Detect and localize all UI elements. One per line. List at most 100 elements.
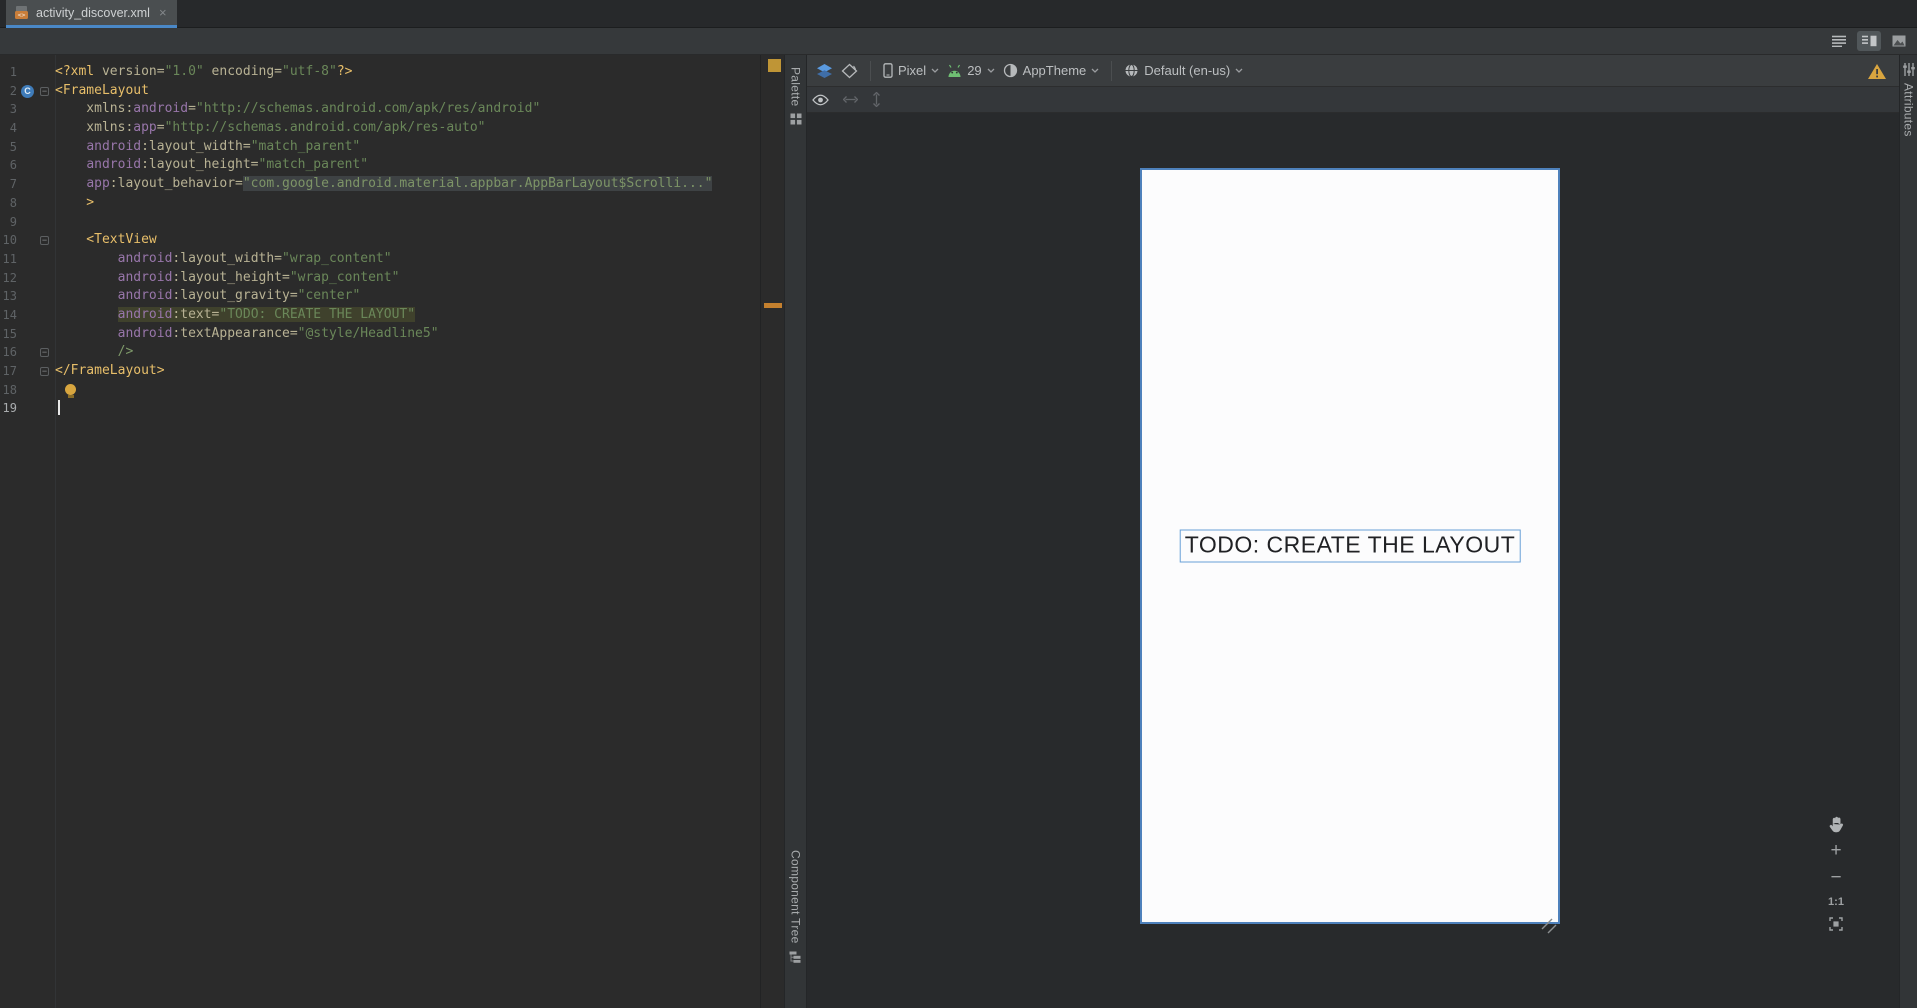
android-studio-window: <> activity_discover.xml × 1 <?xml versi… bbox=[0, 0, 1917, 1008]
chevron-down-icon bbox=[1235, 68, 1243, 73]
locale-selector[interactable]: Default (en-us) bbox=[1124, 63, 1243, 78]
code-line-13[interactable]: 13 android:layout_gravity="center" bbox=[0, 287, 760, 306]
code-line-4[interactable]: 4 xmlns:app="http://schemas.android.com/… bbox=[0, 119, 760, 138]
fold-column bbox=[38, 325, 51, 344]
code-line-5[interactable]: 5 android:layout_width="match_parent" bbox=[0, 138, 760, 157]
palette-icon bbox=[790, 113, 801, 125]
code-line-9[interactable]: 9 bbox=[0, 213, 760, 232]
inspection-status-indicator[interactable] bbox=[768, 59, 781, 72]
fold-marker[interactable]: − bbox=[40, 86, 49, 96]
palette-tab[interactable]: Palette bbox=[785, 67, 806, 125]
code-token: app bbox=[133, 120, 157, 136]
code-token: :layout_width= bbox=[172, 250, 282, 266]
fold-marker[interactable]: − bbox=[40, 236, 49, 246]
code-editor[interactable]: 1 <?xml version="1.0" encoding="utf-8"?> 2… bbox=[0, 55, 760, 1008]
gutter-icon-column bbox=[17, 231, 38, 250]
class-gutter-icon[interactable]: C bbox=[21, 84, 34, 98]
chevron-down-icon bbox=[987, 68, 995, 73]
pan-hand-icon[interactable] bbox=[1828, 816, 1845, 833]
designer-left-toolstrip: Palette Component Tree bbox=[784, 55, 807, 1008]
code-line-2[interactable]: 2 C − <FrameLayout bbox=[0, 82, 760, 101]
theme-selector-label: AppTheme bbox=[1022, 63, 1087, 78]
gutter-icon-column bbox=[17, 194, 38, 213]
fold-column bbox=[38, 100, 51, 119]
fold-column bbox=[38, 63, 51, 82]
palette-tab-label: Palette bbox=[788, 67, 803, 107]
line-number: 1 bbox=[9, 65, 17, 79]
device-selector[interactable]: Pixel bbox=[883, 63, 939, 78]
code-view-button[interactable] bbox=[1827, 31, 1851, 51]
gutter-icon-column bbox=[17, 306, 38, 325]
line-number: 14 bbox=[2, 307, 17, 322]
orientation-button[interactable] bbox=[841, 63, 858, 79]
code-token: <?xml bbox=[55, 64, 102, 79]
code-token: "TODO: CREATE THE LAYOUT" bbox=[219, 306, 416, 322]
design-surface-button[interactable] bbox=[816, 63, 833, 79]
code-line-6[interactable]: 6 android:layout_height="match_parent" bbox=[0, 156, 760, 175]
code-line-11[interactable]: 11 android:layout_width="wrap_content" bbox=[0, 250, 760, 269]
code-lines: 1 <?xml version="1.0" encoding="utf-8"?> 2… bbox=[0, 63, 760, 418]
tab-activity-discover[interactable]: <> activity_discover.xml × bbox=[6, 0, 177, 28]
code-token: "utf-8" bbox=[282, 64, 337, 79]
component-tree-tab[interactable]: Component Tree bbox=[785, 850, 806, 963]
zoom-actual-button[interactable]: 1:1 bbox=[1828, 896, 1844, 908]
fold-marker[interactable]: − bbox=[40, 367, 49, 376]
code-text: <TextView bbox=[51, 231, 156, 250]
code-line-17[interactable]: 17 − </FrameLayout> bbox=[0, 362, 760, 381]
api-level-selector[interactable]: 29 bbox=[947, 63, 995, 78]
attributes-tab-label: Attributes bbox=[1901, 83, 1916, 137]
code-token: :layout_height= bbox=[172, 269, 290, 285]
code-line-12[interactable]: 12 android:layout_height="wrap_content" bbox=[0, 269, 760, 288]
intention-bulb-icon[interactable] bbox=[65, 383, 76, 398]
zoom-out-button[interactable]: − bbox=[1830, 868, 1841, 887]
code-token: "center" bbox=[297, 288, 361, 304]
code-token: /> bbox=[55, 344, 134, 360]
zoom-to-fit-icon[interactable] bbox=[1829, 917, 1843, 931]
code-line-7[interactable]: 7 app:layout_behavior="com.google.androi… bbox=[0, 175, 760, 194]
code-line-19[interactable]: 19 bbox=[0, 399, 760, 418]
fold-marker[interactable]: − bbox=[40, 348, 49, 358]
designer-right-toolstrip: Attributes bbox=[1899, 55, 1917, 1008]
zoom-in-button[interactable]: + bbox=[1830, 841, 1841, 860]
gutter-icon-column bbox=[17, 63, 38, 82]
code-line-1[interactable]: 1 <?xml version="1.0" encoding="utf-8"?> bbox=[0, 63, 760, 82]
code-line-18[interactable]: 18 bbox=[0, 381, 760, 400]
gutter-icon-column bbox=[17, 399, 38, 418]
design-view-button[interactable] bbox=[1887, 31, 1911, 51]
code-token: android bbox=[117, 269, 173, 285]
error-stripe-mark[interactable] bbox=[764, 303, 782, 308]
textview-preview[interactable]: TODO: CREATE THE LAYOUT bbox=[1179, 529, 1521, 563]
code-line-16[interactable]: 16 − /> bbox=[0, 343, 760, 362]
view-options-button[interactable] bbox=[812, 94, 829, 106]
line-number: 10 bbox=[2, 233, 17, 248]
code-text: </FrameLayout> bbox=[51, 362, 165, 381]
code-token: "wrap_content" bbox=[289, 269, 400, 285]
theme-selector[interactable]: AppTheme bbox=[1003, 63, 1100, 78]
orientation-icon bbox=[841, 63, 858, 78]
split-view-button[interactable] bbox=[1857, 31, 1881, 51]
canvas-resize-grip[interactable] bbox=[1538, 915, 1560, 937]
pan-vertical-button[interactable] bbox=[872, 92, 881, 107]
code-token: :textAppearance= bbox=[172, 325, 298, 341]
code-line-15[interactable]: 15 android:textAppearance="@style/Headli… bbox=[0, 325, 760, 344]
device-screen-canvas[interactable]: TODO: CREATE THE LAYOUT bbox=[1140, 168, 1560, 924]
code-line-10[interactable]: 10 − <TextView bbox=[0, 231, 760, 250]
code-line-14[interactable]: 14 android:text="TODO: CREATE THE LAYOUT… bbox=[0, 306, 760, 325]
code-line-3[interactable]: 3 xmlns:android="http://schemas.android.… bbox=[0, 100, 760, 119]
pan-horizontal-button[interactable] bbox=[843, 95, 858, 104]
tab-close-icon[interactable]: × bbox=[159, 6, 167, 19]
code-token: "match_parent" bbox=[250, 138, 361, 154]
design-surface[interactable]: TODO: CREATE THE LAYOUT + − 1:1 bbox=[807, 113, 1899, 1008]
attributes-tab[interactable]: Attributes bbox=[1900, 63, 1917, 137]
code-line-8[interactable]: 8 > bbox=[0, 194, 760, 213]
layers-icon bbox=[817, 63, 832, 78]
fold-column bbox=[38, 138, 51, 157]
gutter-icon-column bbox=[17, 250, 38, 269]
code-text: xmlns:app="http://schemas.android.com/ap… bbox=[51, 119, 485, 138]
line-number: 2 bbox=[9, 83, 17, 98]
render-warnings-button[interactable] bbox=[1867, 63, 1887, 85]
